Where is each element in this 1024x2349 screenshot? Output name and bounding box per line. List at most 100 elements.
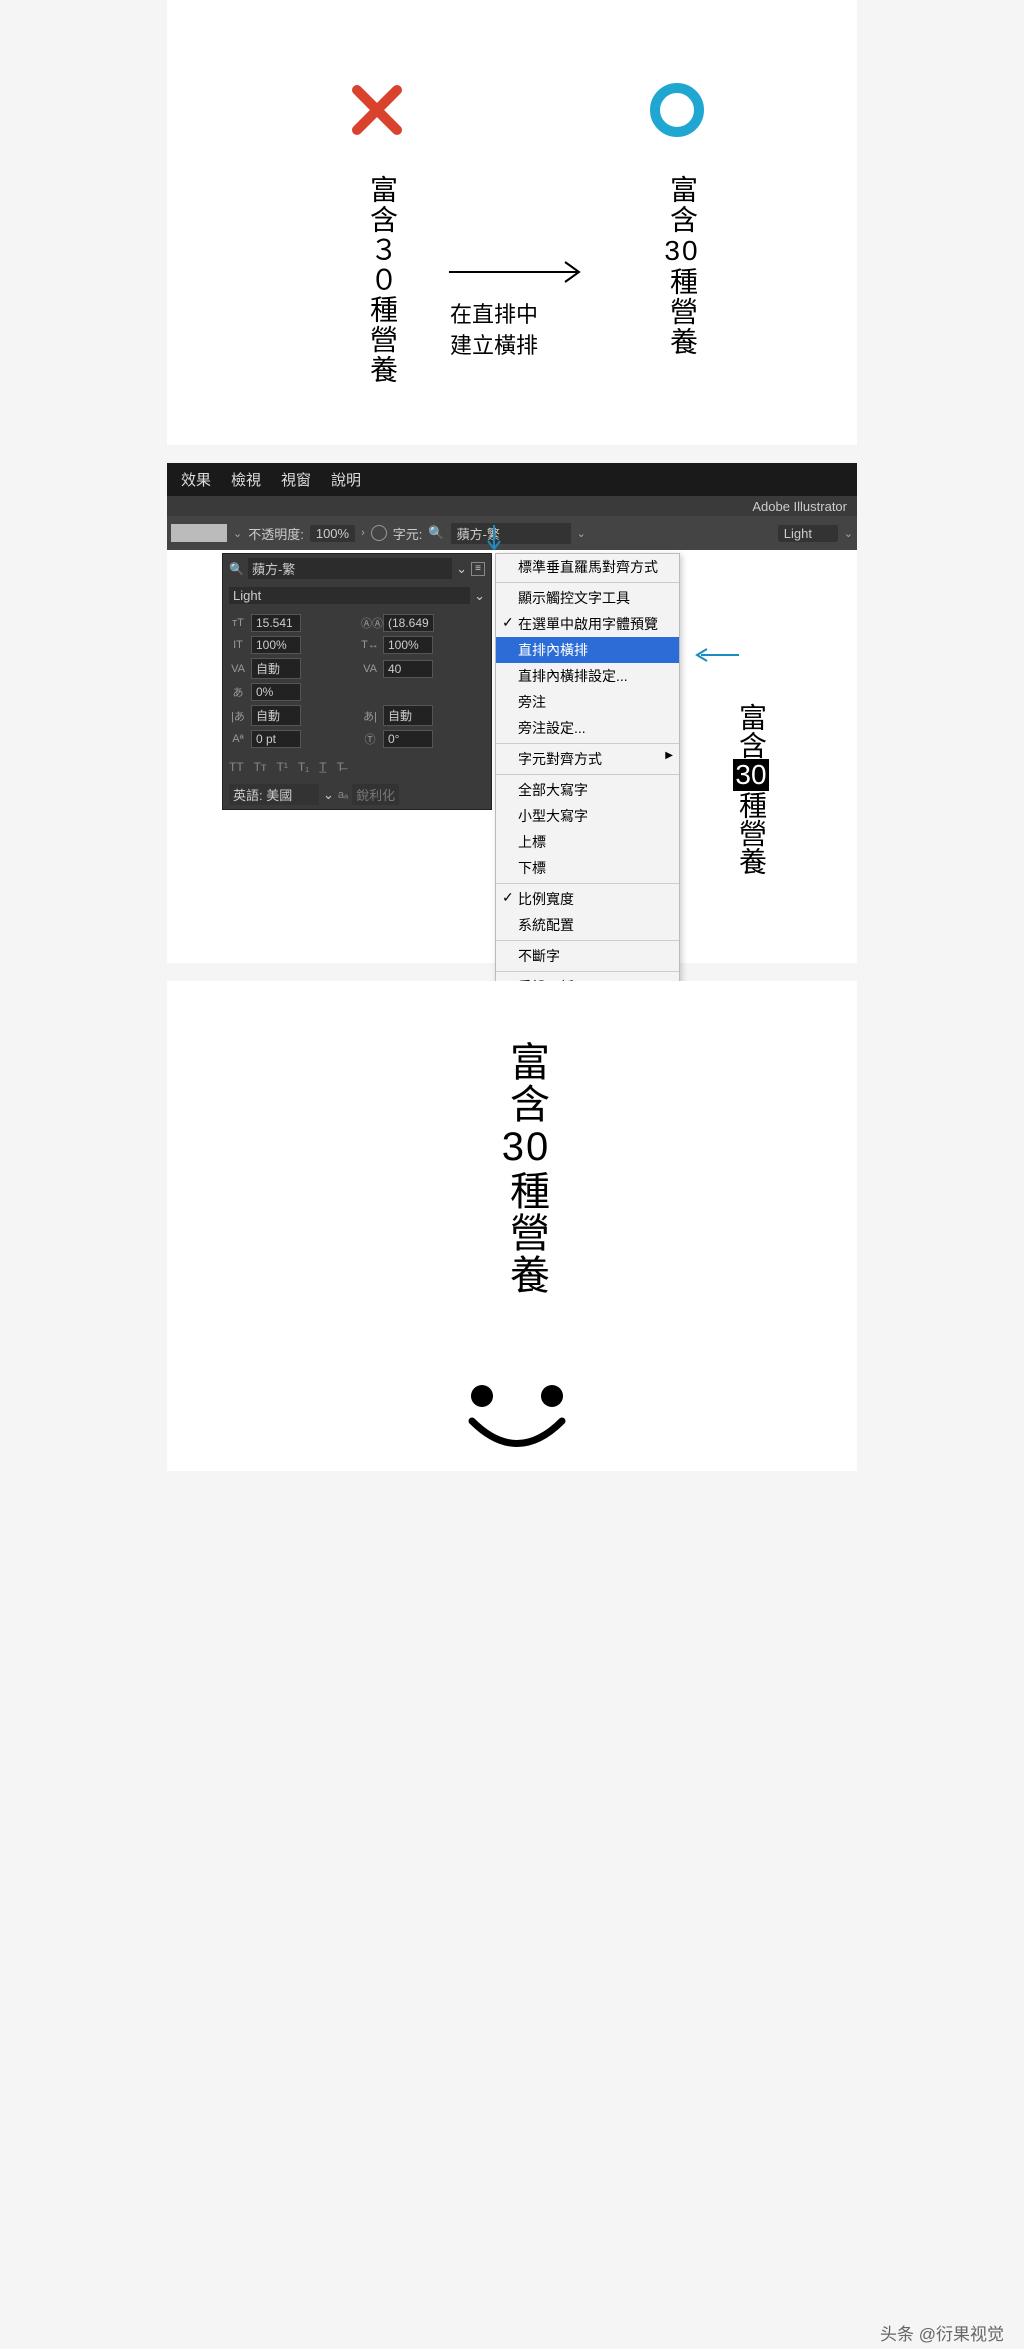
opacity-label: 不透明度: (248, 524, 304, 543)
baseline-shift-icon: Aª (229, 733, 247, 745)
font-size-icon: тT (229, 617, 247, 629)
x-mark-icon (347, 80, 407, 145)
vertical-text-correct: 富含30種營養 (662, 175, 702, 357)
vscale-input[interactable]: 100% (251, 636, 301, 654)
subscript-button[interactable]: T₁ (298, 760, 309, 774)
menu-item[interactable]: 小型大寫字 (496, 803, 679, 829)
vertical-text-sample: 富含30種營養 (731, 703, 771, 875)
font-name-field[interactable]: 蘋方-繁 (451, 523, 571, 544)
caps-button[interactable]: TT (229, 760, 244, 774)
tsume-input[interactable]: 0% (251, 683, 301, 701)
menu-item[interactable]: 不斷字 (496, 943, 679, 969)
superscript-button[interactable]: T¹ (277, 760, 288, 774)
app-title-bar: Adobe Illustrator (167, 496, 857, 516)
aki-right-icon: あ| (361, 708, 379, 724)
menu-help[interactable]: 說明 (331, 469, 361, 490)
arrow-right-icon (447, 260, 587, 289)
caption-line1: 在直排中 (450, 300, 538, 331)
menu-item[interactable]: 標準垂直羅馬對齊方式 (496, 554, 679, 580)
result-prefix: 富含 (504, 1041, 548, 1125)
font-search-field[interactable]: 蘋方-繁 (248, 558, 452, 579)
strikethrough-button[interactable]: T̶ (337, 760, 344, 774)
character-panel-menu[interactable]: 標準垂直羅馬對齊方式顯示觸控文字工具在選單中啟用字體預覽直排內橫排直排內橫排設定… (495, 553, 680, 1001)
menu-item[interactable]: 系統配置 (496, 912, 679, 938)
result-number: 30 (502, 1125, 551, 1170)
smile-face-icon (447, 1381, 587, 1466)
o-mark-icon (647, 80, 707, 145)
hscale-icon: T↔ (361, 639, 379, 651)
rotate-input[interactable]: 0° (383, 730, 433, 748)
menu-view[interactable]: 檢視 (231, 469, 261, 490)
character-panel[interactable]: 🔍 蘋方-繁 ⌄ ≡ Light ⌄ тT 15.541 ⒶⒶ(18.649 IT… (222, 553, 492, 810)
aa-label: aₐ (338, 789, 348, 801)
menu-item[interactable]: 旁注 (496, 689, 679, 715)
panel-menu-button[interactable]: ≡ (471, 562, 485, 576)
app-name: Adobe Illustrator (752, 499, 847, 514)
text-prefix: 富含 (667, 175, 698, 235)
before-after-comparison: 富含３０種營養 富含30種營養 在直排中 建立橫排 (167, 0, 857, 445)
vertical-text-wrong: 富含３０種營養 (362, 175, 402, 385)
tracking-icon: VA (361, 663, 379, 675)
menu-effect[interactable]: 效果 (181, 469, 211, 490)
menu-item[interactable]: 顯示觸控文字工具 (496, 585, 679, 611)
underline-button[interactable]: T̲ (319, 760, 326, 774)
caption-line2: 建立橫排 (450, 331, 538, 362)
result-display: 富含30種營養 (167, 981, 857, 1471)
tracking-input[interactable]: 40 (383, 660, 433, 678)
font-size-input[interactable]: 15.541 (251, 614, 301, 632)
search-icon: 🔍 (229, 562, 244, 576)
chevron-down-icon[interactable]: ⌄ (456, 561, 467, 577)
tsume-icon: あ (229, 684, 247, 700)
leading-icon: ⒶⒶ (361, 615, 379, 631)
menu-item[interactable]: 上標 (496, 829, 679, 855)
aki-right-input[interactable]: 自動 (383, 705, 433, 726)
sample-prefix: 富含 (736, 703, 767, 759)
rotate-icon: Ⓣ (361, 731, 379, 747)
chevron-right-icon[interactable]: › (361, 527, 365, 539)
chevron-down-icon[interactable]: ⌄ (577, 527, 586, 540)
caption: 在直排中 建立橫排 (450, 300, 538, 362)
menu-item[interactable]: 旁注設定... (496, 715, 679, 741)
language-select[interactable]: 英語: 美國 (229, 784, 319, 805)
menu-item[interactable]: 直排內橫排設定... (496, 663, 679, 689)
globe-icon[interactable] (371, 525, 387, 541)
antialias-select[interactable]: 銳利化 (352, 784, 399, 805)
font-style-select[interactable]: Light (229, 587, 470, 604)
text-number: 30 (664, 235, 699, 267)
character-label[interactable]: 字元: (393, 524, 423, 543)
aki-left-icon: |あ (229, 708, 247, 724)
vscale-icon: IT (229, 639, 247, 651)
opacity-value[interactable]: 100% (310, 525, 355, 542)
smallcaps-button[interactable]: Tт (254, 760, 267, 774)
aki-left-input[interactable]: 自動 (251, 705, 301, 726)
baseline-shift-input[interactable]: 0 pt (251, 730, 301, 748)
sample-number-highlighted: 30 (733, 759, 768, 791)
search-icon: 🔍 (428, 525, 444, 541)
menu-item[interactable]: 下標 (496, 855, 679, 881)
menu-item[interactable]: 直排內橫排 (496, 637, 679, 663)
menu-bar: 效果 檢視 視窗 說明 (167, 463, 857, 496)
watermark: 头条 @衍果视觉 (880, 2320, 1004, 2345)
menu-item[interactable]: 字元對齊方式 (496, 746, 679, 772)
menu-item[interactable]: 全部大寫字 (496, 777, 679, 803)
kerning-icon: VA (229, 663, 247, 675)
menu-window[interactable]: 視窗 (281, 469, 311, 490)
result-suffix: 種營養 (504, 1170, 548, 1296)
kerning-input[interactable]: 自動 (251, 658, 301, 679)
fill-swatch[interactable] (171, 524, 227, 542)
chevron-down-icon[interactable]: ⌄ (474, 588, 485, 604)
chevron-down-icon[interactable]: ⌄ (323, 787, 334, 803)
chevron-down-icon[interactable]: ⌄ (233, 527, 242, 540)
illustrator-ui-screenshot: 效果 檢視 視窗 說明 Adobe Illustrator ⌄ 不透明度: 10… (167, 463, 857, 963)
leading-input[interactable]: (18.649 (383, 614, 434, 632)
chevron-down-icon[interactable]: ⌄ (844, 527, 853, 540)
hscale-input[interactable]: 100% (383, 636, 433, 654)
result-vertical-text: 富含30種營養 (497, 1041, 555, 1296)
menu-item[interactable]: 比例寬度 (496, 886, 679, 912)
text-suffix: 種營養 (667, 267, 698, 357)
control-bar: ⌄ 不透明度: 100% › 字元: 🔍 蘋方-繁 ⌄ Light ⌄ (167, 516, 857, 550)
font-style-field[interactable]: Light (778, 525, 838, 542)
sample-suffix: 種營養 (736, 791, 767, 875)
menu-item[interactable]: 在選單中啟用字體預覽 (496, 611, 679, 637)
annotation-arrow-left-icon (691, 646, 739, 669)
